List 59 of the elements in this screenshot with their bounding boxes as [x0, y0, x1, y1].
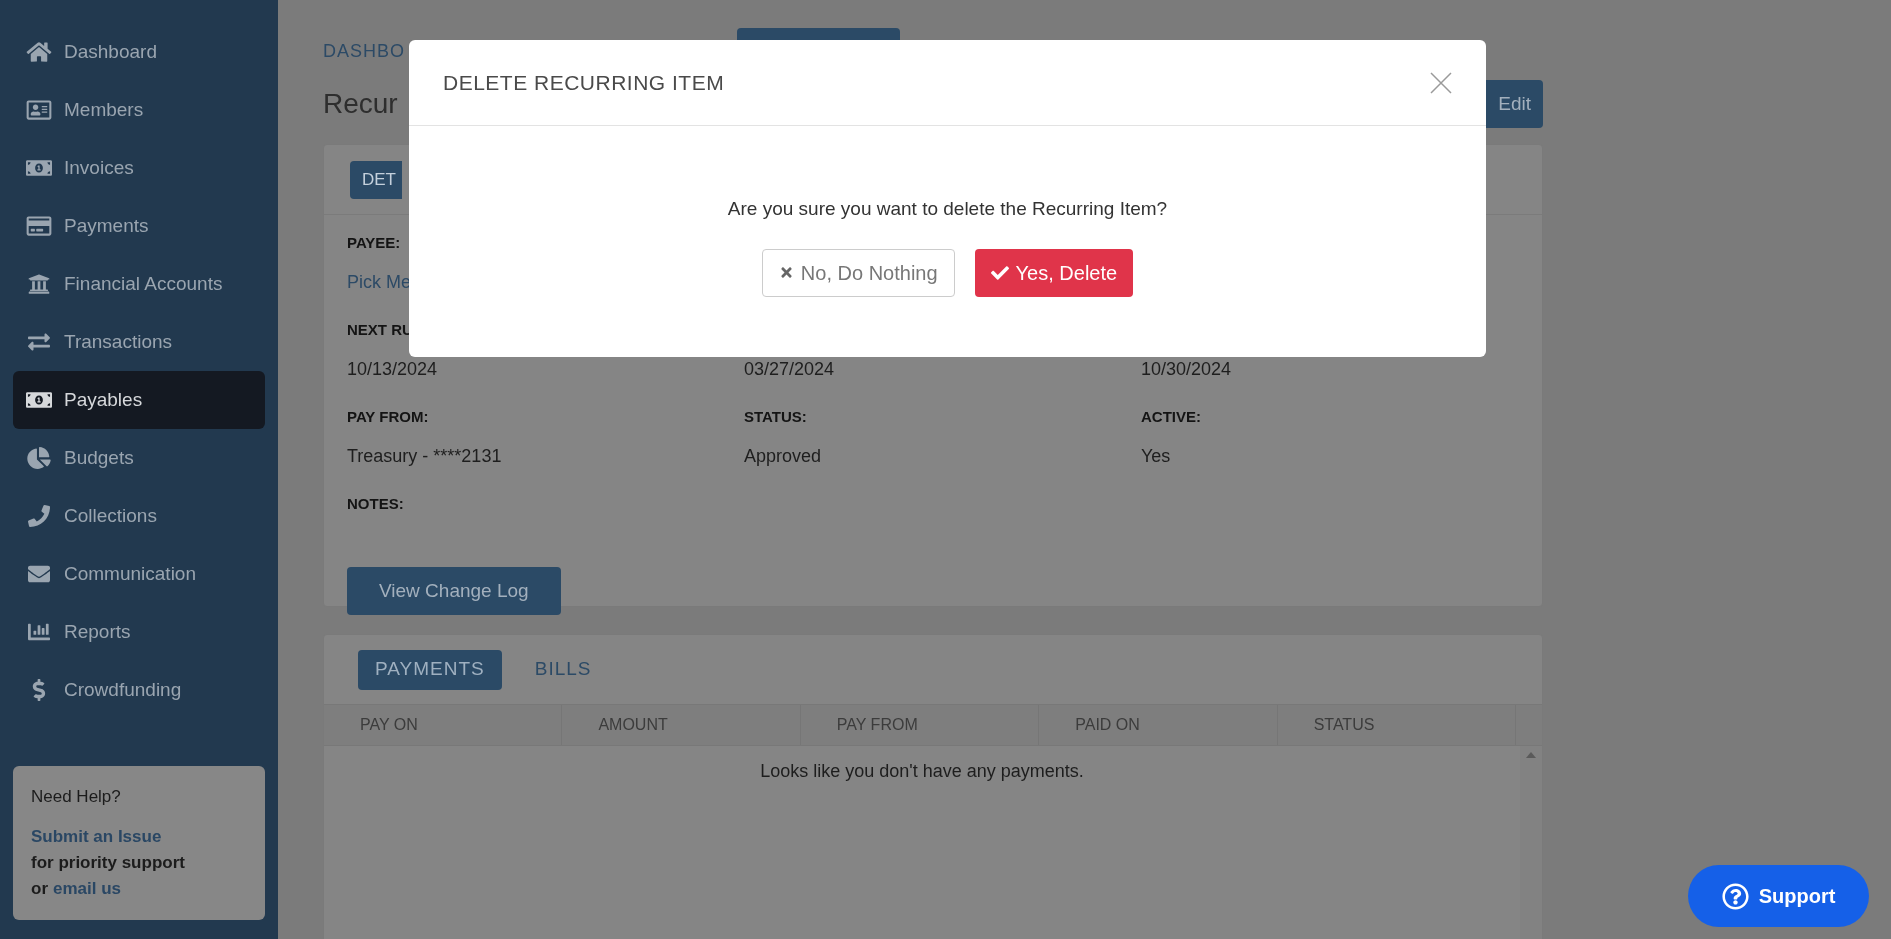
field-label: PAY FROM:: [347, 407, 430, 427]
field-label: STATUS:: [744, 407, 808, 427]
banknote-icon: [26, 157, 52, 179]
submit-issue-link[interactable]: Submit an Issue: [31, 824, 247, 850]
column-header: PAID ON: [1039, 705, 1278, 745]
help-text: for priority support: [31, 852, 186, 874]
field-label: ACTIVE:: [1141, 407, 1202, 427]
sidebar-item[interactable]: Transactions: [13, 313, 265, 371]
sidebar-item[interactable]: Dashboard: [13, 23, 265, 81]
phone-icon: [26, 505, 52, 527]
arrows-icon: [26, 331, 52, 353]
delete-button[interactable]: Yes, Delete: [974, 248, 1134, 297]
change-log-button[interactable]: View Change Log: [347, 567, 561, 616]
sidebar-item[interactable]: Invoices: [13, 139, 265, 197]
field-value: Yes: [1141, 445, 1172, 468]
cancel-button[interactable]: No, Do Nothing: [761, 248, 955, 297]
credit-card-icon: [26, 215, 52, 237]
help-text: or: [31, 878, 48, 900]
sidebar-item[interactable]: Collections: [13, 487, 265, 545]
email-link[interactable]: email us: [53, 876, 122, 902]
bank-icon: [26, 273, 52, 295]
home-icon: [26, 41, 52, 63]
support-button[interactable]: Support: [1688, 865, 1869, 927]
field-value: 10/30/2024: [1141, 358, 1233, 381]
sidebar-item[interactable]: Crowdfunding: [13, 661, 265, 719]
details-tab[interactable]: DET: [350, 160, 402, 199]
banknote-icon: [26, 389, 52, 411]
field-label: NOTES:: [347, 494, 405, 514]
field-label: PAYEE:: [347, 233, 402, 253]
sidebar-item[interactable]: Financial Accounts: [13, 255, 265, 313]
sidebar-item[interactable]: Reports: [13, 603, 265, 661]
sidebar-item[interactable]: Payments: [13, 197, 265, 255]
help-title: Need Help?: [31, 786, 122, 808]
help-icon: [1721, 882, 1749, 910]
dialog-title: DELETE RECURRING ITEM: [443, 69, 725, 96]
column-header: AMOUNT: [562, 705, 801, 745]
sidebar-item[interactable]: Communication: [13, 545, 265, 603]
field-value: 03/27/2024: [744, 358, 836, 381]
column-header: PAY ON: [324, 705, 563, 745]
column-header: PAY FROM: [800, 705, 1040, 745]
close-icon[interactable]: [1430, 71, 1452, 94]
pie-chart-icon: [26, 447, 52, 469]
id-card-icon: [26, 99, 52, 121]
sidebar-item[interactable]: Budgets: [13, 429, 265, 487]
field-value: 10/13/2024: [347, 358, 439, 381]
bar-chart-icon: [26, 621, 52, 643]
field-value: Approved: [744, 445, 823, 468]
sidebar-item[interactable]: Members: [13, 81, 265, 139]
scroll-up-icon[interactable]: [1526, 752, 1536, 758]
empty-message: Looks like you don't have any payments.: [759, 760, 1085, 783]
envelope-icon: [26, 563, 52, 585]
tab[interactable]: BILLS: [517, 649, 609, 690]
dialog-message: Are you sure you want to delete the Recurring Item?: [726, 197, 1169, 221]
field-value: Treasury - ****2131: [347, 445, 503, 468]
sidebar-item[interactable]: Payables: [13, 371, 265, 429]
page-title: Recur: [323, 87, 398, 121]
column-header: STATUS: [1277, 705, 1517, 745]
check-icon: [990, 263, 1009, 282]
tab[interactable]: PAYMENTS: [358, 649, 502, 690]
